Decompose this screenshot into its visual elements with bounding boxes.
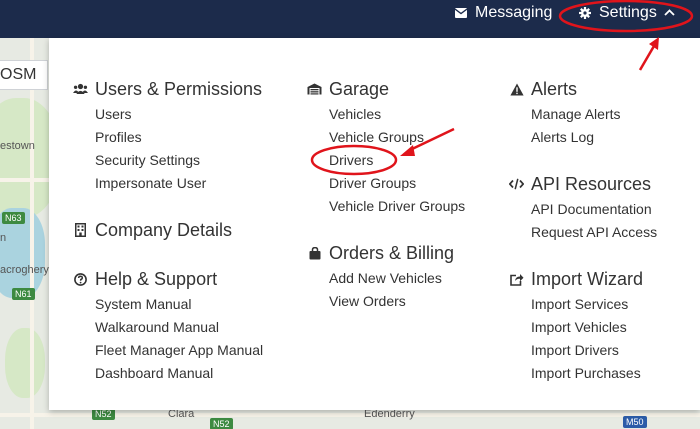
- chevron-up-icon: [664, 5, 675, 19]
- help-support-heading: Help & Support: [73, 268, 263, 290]
- garage-section: Garage Vehicles Vehicle Groups Drivers D…: [307, 78, 465, 218]
- building-icon: [73, 223, 88, 238]
- messaging-nav-link[interactable]: Messaging: [454, 0, 552, 26]
- settings-nav-link[interactable]: Settings: [578, 0, 675, 26]
- company-details-link[interactable]: Company Details: [73, 219, 232, 241]
- garage-icon: [307, 82, 322, 97]
- menu-item-view-orders[interactable]: View Orders: [307, 290, 454, 313]
- users-permissions-title: Users & Permissions: [95, 78, 263, 99]
- menu-item-drivers[interactable]: Drivers: [307, 149, 465, 172]
- alerts-heading: Alerts: [509, 78, 621, 100]
- road-shield: N52: [210, 418, 233, 429]
- users-permissions-heading: Users & Permissions: [73, 78, 262, 100]
- garage-title: Garage: [329, 78, 390, 99]
- company-details-title: Company Details: [95, 219, 233, 240]
- api-resources-heading: API Resources: [509, 173, 657, 195]
- map-road: [30, 38, 34, 429]
- help-support-section: Help & Support System Manual Walkaround …: [73, 268, 263, 385]
- menu-item-import-purchases[interactable]: Import Purchases: [509, 362, 643, 385]
- menu-item-vehicle-driver-groups[interactable]: Vehicle Driver Groups: [307, 195, 465, 218]
- menu-item-impersonate-user[interactable]: Impersonate User: [73, 172, 262, 195]
- alerts-section: Alerts Manage Alerts Alerts Log: [509, 78, 621, 149]
- menu-item-import-drivers[interactable]: Import Drivers: [509, 339, 643, 362]
- import-wizard-heading: Import Wizard: [509, 268, 643, 290]
- messaging-label: Messaging: [475, 4, 553, 21]
- warning-triangle-icon: [509, 82, 524, 97]
- menu-item-driver-groups[interactable]: Driver Groups: [307, 172, 465, 195]
- menu-item-import-vehicles[interactable]: Import Vehicles: [509, 316, 643, 339]
- orders-billing-title: Orders & Billing: [329, 242, 455, 263]
- menu-item-vehicles[interactable]: Vehicles: [307, 103, 465, 126]
- menu-item-request-api-access[interactable]: Request API Access: [509, 221, 657, 244]
- map-road: [0, 178, 49, 182]
- garage-heading: Garage: [307, 78, 465, 100]
- users-icon: [73, 82, 88, 97]
- menu-item-dashboard-manual[interactable]: Dashboard Manual: [73, 362, 263, 385]
- help-support-title: Help & Support: [95, 268, 218, 289]
- menu-item-manage-alerts[interactable]: Manage Alerts: [509, 103, 621, 126]
- top-navigation-bar: Messaging Settings: [0, 0, 700, 38]
- menu-item-vehicle-groups[interactable]: Vehicle Groups: [307, 126, 465, 149]
- orders-billing-heading: Orders & Billing: [307, 242, 454, 264]
- settings-label: Settings: [599, 4, 657, 21]
- alerts-title: Alerts: [531, 78, 578, 99]
- menu-item-fleet-manager-app-manual[interactable]: Fleet Manager App Manual: [73, 339, 263, 362]
- map-layer-tab[interactable]: OSM: [0, 60, 48, 90]
- menu-item-system-manual[interactable]: System Manual: [73, 293, 263, 316]
- menu-item-add-new-vehicles[interactable]: Add New Vehicles: [307, 267, 454, 290]
- users-permissions-section: Users & Permissions Users Profiles Secur…: [73, 78, 262, 195]
- code-icon: [509, 177, 524, 192]
- road-shield: N61: [12, 288, 35, 300]
- api-resources-title: API Resources: [531, 173, 652, 194]
- menu-item-users[interactable]: Users: [73, 103, 262, 126]
- question-circle-icon: [73, 272, 88, 287]
- menu-item-security-settings[interactable]: Security Settings: [73, 149, 262, 172]
- settings-dropdown-menu: Users & Permissions Users Profiles Secur…: [49, 38, 700, 410]
- menu-item-api-documentation[interactable]: API Documentation: [509, 198, 657, 221]
- map-place-label: acroghery: [0, 264, 49, 276]
- map-park-area: [5, 328, 45, 398]
- gear-icon: [578, 6, 592, 20]
- orders-billing-section: Orders & Billing Add New Vehicles View O…: [307, 242, 454, 313]
- import-wizard-section: Import Wizard Import Services Import Veh…: [509, 268, 643, 385]
- map-place-label: estown: [0, 140, 35, 152]
- api-resources-section: API Resources API Documentation Request …: [509, 173, 657, 244]
- shopping-bag-icon: [307, 246, 322, 261]
- import-wizard-title: Import Wizard: [531, 268, 644, 289]
- menu-item-profiles[interactable]: Profiles: [73, 126, 262, 149]
- envelope-icon: [454, 6, 468, 20]
- road-shield: N63: [2, 212, 25, 224]
- menu-item-walkaround-manual[interactable]: Walkaround Manual: [73, 316, 263, 339]
- road-shield: M50: [623, 416, 647, 428]
- menu-item-import-services[interactable]: Import Services: [509, 293, 643, 316]
- menu-item-alerts-log[interactable]: Alerts Log: [509, 126, 621, 149]
- map-place-label: n: [0, 232, 7, 244]
- share-square-icon: [509, 272, 524, 287]
- company-details-section: Company Details: [73, 219, 232, 241]
